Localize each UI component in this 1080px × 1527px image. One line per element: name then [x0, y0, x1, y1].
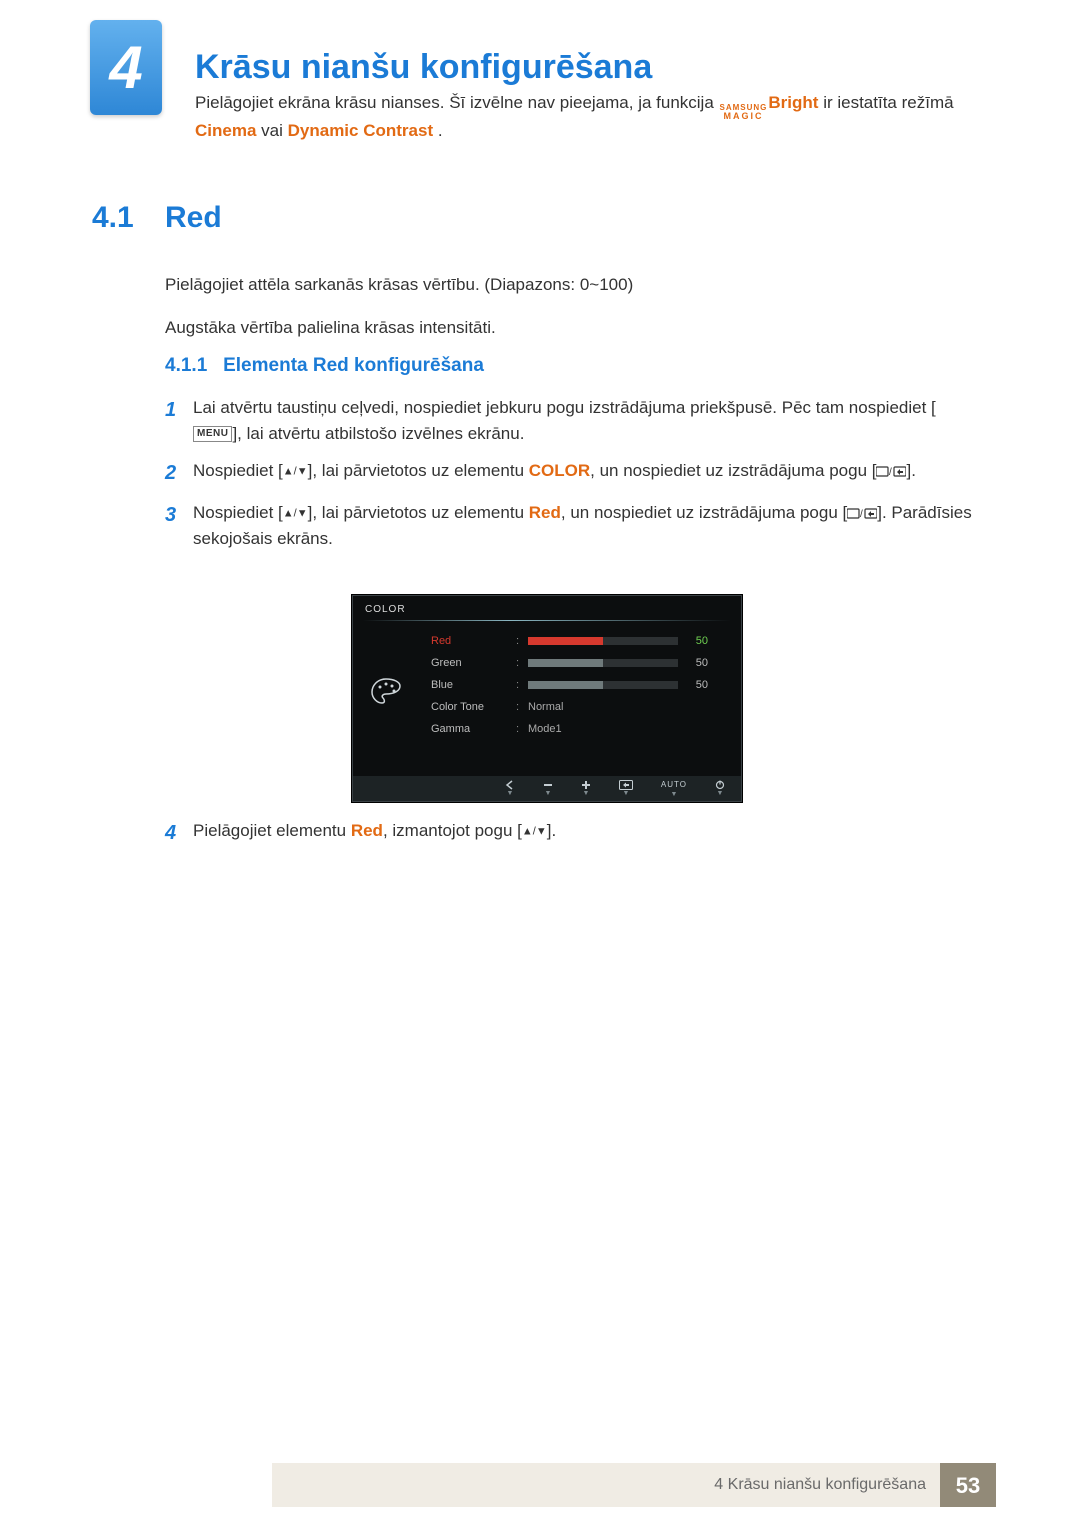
s2-b: ], lai pārvietotos uz elementu — [308, 461, 529, 480]
step-4: 4 Pielāgojiet elementu Red, izmantojot p… — [165, 818, 955, 860]
osd-green-bar — [528, 659, 678, 667]
subsection-title: Elementa Red konfigurēšana — [223, 355, 484, 376]
magic-word: MAGIC — [723, 112, 763, 120]
footer-chapter-ref: 4 Krāsu nianšu konfigurēšana — [272, 1463, 940, 1507]
body-p2: Augstāka vērtība palielina krāsas intens… — [165, 315, 955, 341]
palette-icon — [369, 674, 403, 708]
osd-tone-label: Color Tone — [431, 699, 516, 716]
s3-c: , un nospiediet uz izstrādājuma pogu [ — [561, 503, 847, 522]
osd-green-value: 50 — [684, 655, 708, 672]
step-4-number: 4 — [165, 818, 193, 848]
color-word: COLOR — [529, 461, 590, 480]
osd-row-blue: Blue : 50 — [431, 674, 723, 696]
osd-panel: COLOR Red : 50 Green : 50 Blue : 50 Colo… — [352, 595, 742, 802]
svg-text:/: / — [860, 509, 863, 520]
osd-gamma-value: Mode1 — [528, 721, 562, 738]
page-number: 53 — [940, 1463, 996, 1507]
osd-blue-label: Blue — [431, 677, 516, 694]
section-body: Pielāgojiet attēla sarkanās krāsas vērtī… — [165, 255, 955, 357]
cinema-word: Cinema — [195, 121, 256, 140]
menu-button-icon: MENU — [193, 426, 232, 442]
osd-auto-label: AUTO▼ — [661, 779, 687, 798]
section-title: Red — [165, 195, 222, 240]
osd-minus-icon: ▼ — [543, 780, 553, 797]
up-down-arrow-icon: ▲/▼ — [522, 825, 547, 837]
s1-b: ], lai atvērtu atbilstošo izvēlnes ekrān… — [232, 424, 524, 443]
osd-enter-icon: ▼ — [619, 780, 633, 797]
osd-tone-value: Normal — [528, 699, 563, 716]
dynamic-contrast-word: Dynamic Contrast — [288, 121, 433, 140]
s2-d: ]. — [906, 461, 915, 480]
osd-gamma-label: Gamma — [431, 721, 516, 738]
s2-c: , un nospiediet uz izstrādājuma pogu [ — [590, 461, 876, 480]
s4-b: , izmantojot pogu [ — [383, 821, 522, 840]
bright-word: Bright — [768, 93, 818, 112]
osd-red-bar — [528, 637, 678, 645]
svg-text:/: / — [889, 467, 892, 478]
step-1: 1 Lai atvērtu taustiņu ceļvedi, nospiedi… — [165, 395, 975, 446]
osd-power-icon: ▼ — [715, 780, 725, 797]
osd-blue-bar — [528, 681, 678, 689]
osd-row-red: Red : 50 — [431, 630, 723, 652]
s2-a: Nospiediet [ — [193, 461, 283, 480]
subsection-heading: 4.1.1 Elementa Red konfigurēšana — [165, 352, 484, 381]
osd-row-green: Green : 50 — [431, 652, 723, 674]
osd-row-gamma: Gamma : Mode1 — [431, 718, 723, 740]
subsection-num: 4.1.1 — [165, 355, 207, 376]
s4-c: ]. — [547, 821, 556, 840]
osd-red-value: 50 — [684, 633, 708, 650]
intro-paragraph: Pielāgojiet ekrāna krāsu nianses. Šī izv… — [195, 90, 955, 144]
chapter-number-tab: 4 — [90, 20, 162, 115]
intro-text-a: Pielāgojiet ekrāna krāsu nianses. Šī izv… — [195, 93, 719, 112]
step-4-text: Pielāgojiet elementu Red, izmantojot pog… — [193, 818, 955, 848]
osd-bottom-bar: ▼ ▼ ▼ ▼ AUTO▼ ▼ — [353, 776, 741, 801]
osd-left-icon: ▼ — [505, 780, 515, 797]
osd-title: COLOR — [365, 602, 406, 617]
osd-row-tone: Color Tone : Normal — [431, 696, 723, 718]
s3-b: ], lai pārvietotos uz elementu — [308, 503, 529, 522]
step-3-number: 3 — [165, 500, 193, 551]
chapter-number: 4 — [109, 23, 142, 113]
osd-red-label: Red — [431, 633, 516, 650]
osd-green-label: Green — [431, 655, 516, 672]
body-p1: Pielāgojiet attēla sarkanās krāsas vērtī… — [165, 272, 955, 298]
step-2-number: 2 — [165, 458, 193, 488]
intro-text-b: ir iestatīta režīmā — [823, 93, 953, 112]
intro-or: vai — [261, 121, 287, 140]
up-down-arrow-icon: ▲/▼ — [283, 465, 308, 477]
step-2-text: Nospiediet [▲/▼], lai pārvietotos uz ele… — [193, 458, 975, 488]
s3-a: Nospiediet [ — [193, 503, 283, 522]
step-1-text: Lai atvērtu taustiņu ceļvedi, nospiediet… — [193, 395, 975, 446]
samsung-magic-logo: SAMSUNG MAGIC — [720, 104, 768, 120]
step-2: 2 Nospiediet [▲/▼], lai pārvietotos uz e… — [165, 458, 975, 488]
osd-blue-value: 50 — [684, 677, 708, 694]
intro-dot: . — [438, 121, 443, 140]
up-down-arrow-icon: ▲/▼ — [283, 507, 308, 519]
step-3-text: Nospiediet [▲/▼], lai pārvietotos uz ele… — [193, 500, 975, 551]
page-footer: 4 Krāsu nianšu konfigurēšana 53 — [0, 1463, 1080, 1507]
step-1-number: 1 — [165, 395, 193, 446]
section-number: 4.1 — [92, 195, 134, 240]
chapter-title: Krāsu nianšu konfigurēšana — [195, 42, 652, 93]
red-word: Red — [529, 503, 561, 522]
steps-list: 1 Lai atvērtu taustiņu ceļvedi, nospiedi… — [165, 395, 975, 563]
osd-separator — [363, 620, 731, 621]
osd-rows: Red : 50 Green : 50 Blue : 50 Color Tone… — [431, 630, 723, 740]
osd-plus-icon: ▼ — [581, 780, 591, 797]
enter-source-icon: / — [876, 461, 906, 480]
s4-a: Pielāgojiet elementu — [193, 821, 351, 840]
red-word: Red — [351, 821, 383, 840]
step-3: 3 Nospiediet [▲/▼], lai pārvietotos uz e… — [165, 500, 975, 551]
s1-a: Lai atvērtu taustiņu ceļvedi, nospiediet… — [193, 398, 936, 417]
enter-source-icon: / — [847, 503, 877, 522]
